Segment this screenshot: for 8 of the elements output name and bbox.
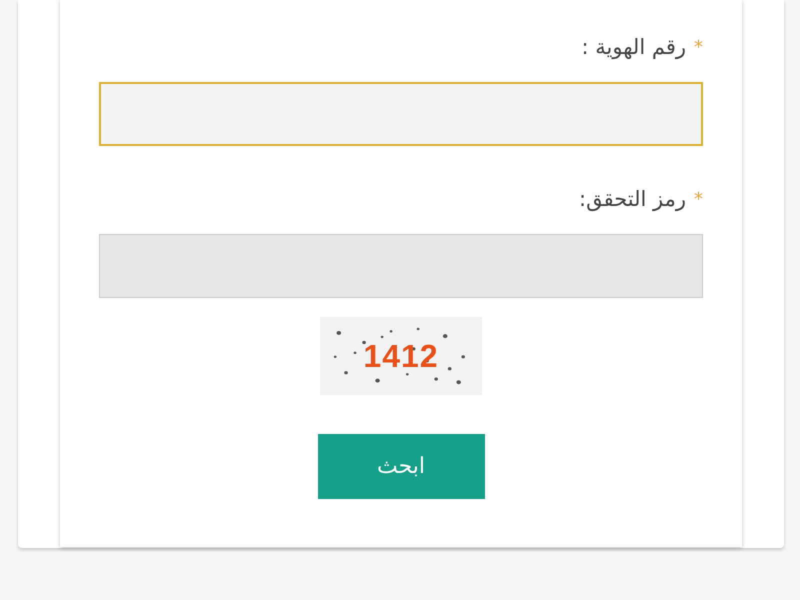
- field-label: رمز التحقق:: [579, 187, 686, 211]
- search-button[interactable]: ابحث: [318, 434, 484, 499]
- input-field[interactable]: [99, 82, 703, 146]
- field-label: رقم الهوية :: [582, 35, 686, 59]
- input-field[interactable]: [99, 234, 703, 298]
- captcha-code: 1412: [363, 338, 439, 374]
- required-mark: *: [694, 36, 703, 58]
- required-mark: *: [694, 188, 703, 210]
